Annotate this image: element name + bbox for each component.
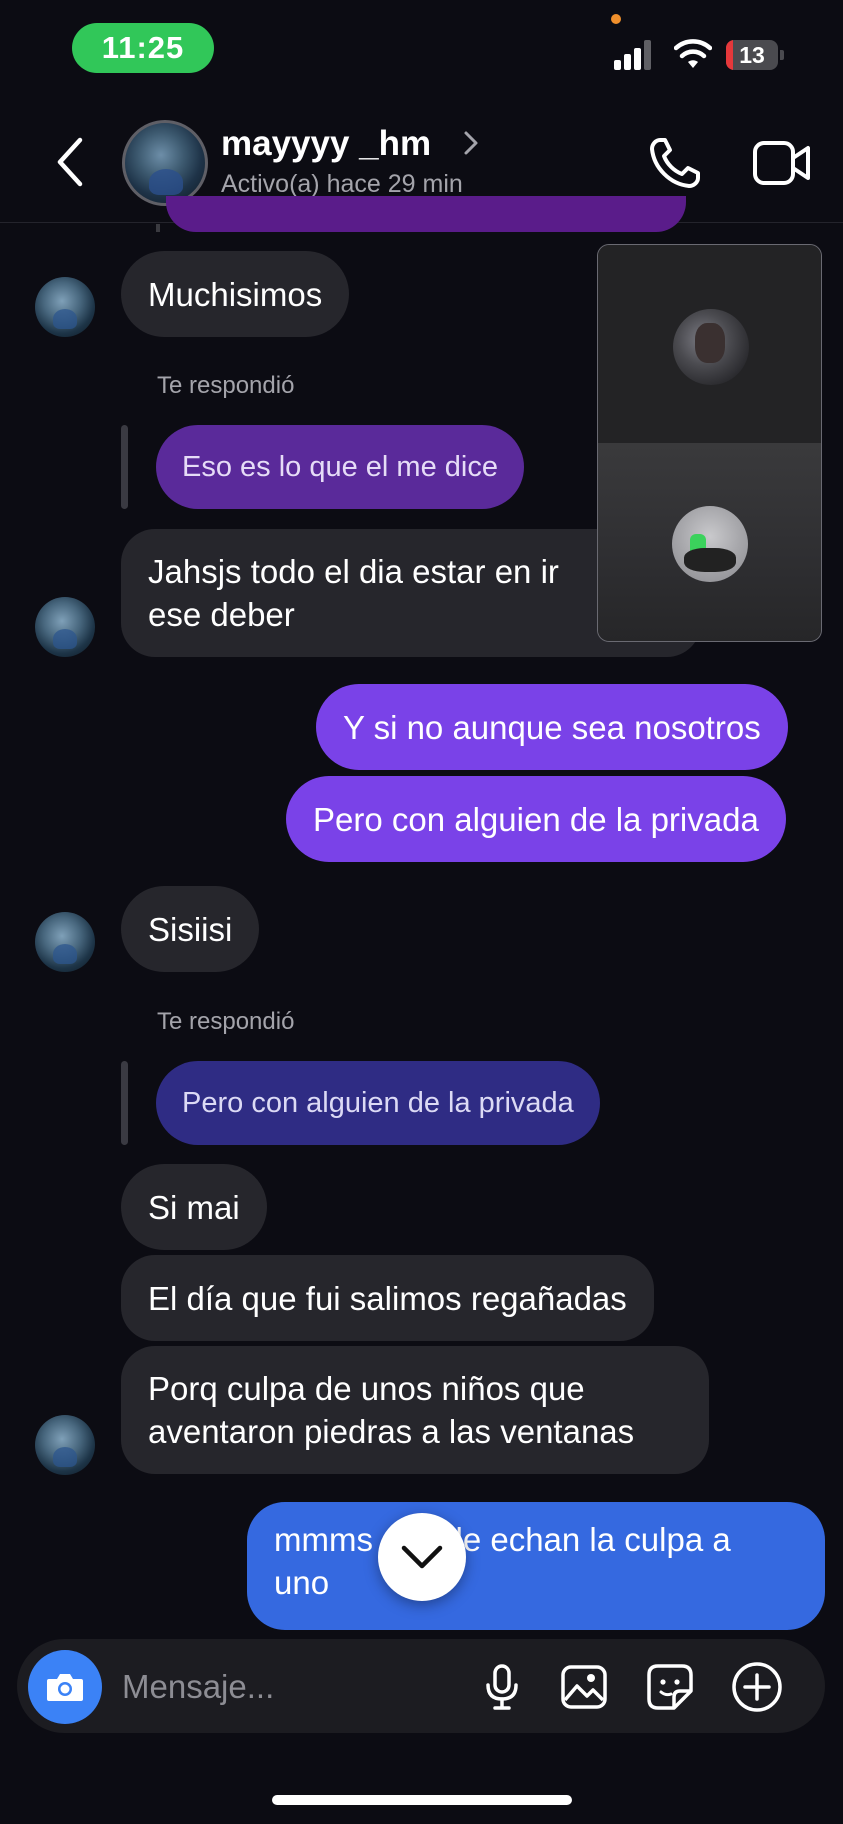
reply-bar: [156, 224, 160, 232]
phone-icon[interactable]: [646, 134, 704, 192]
chevron-right-icon[interactable]: [460, 128, 482, 158]
reply-label: Te respondió: [157, 372, 295, 399]
video-call-pip[interactable]: [597, 244, 822, 642]
message-line: mmms o le echan la culpa a: [274, 1521, 731, 1558]
camera-button[interactable]: [28, 1650, 102, 1724]
message-line: aventaron piedras a las ventanas: [148, 1413, 635, 1450]
avatar[interactable]: [35, 1415, 95, 1475]
avatar[interactable]: [122, 120, 208, 206]
wifi-icon: [674, 39, 712, 68]
battery-level: 13: [739, 42, 765, 68]
microphone-button[interactable]: [475, 1660, 529, 1714]
avatar[interactable]: [35, 597, 95, 657]
pip-participant-tile: [598, 443, 821, 641]
privacy-indicator-dot: [611, 14, 621, 24]
microphone-icon: [486, 1664, 518, 1710]
reply-label: Te respondió: [157, 1008, 295, 1035]
incoming-message[interactable]: Sisiisi: [121, 886, 260, 972]
home-indicator[interactable]: [272, 1795, 572, 1805]
gallery-button[interactable]: [557, 1660, 611, 1714]
gallery-icon: [561, 1665, 607, 1709]
scroll-to-bottom-button[interactable]: [378, 1513, 466, 1601]
quoted-reply-message[interactable]: Eso es lo que el me dice: [156, 425, 524, 509]
reply-bar: [121, 425, 128, 509]
message-line: ese deber: [148, 596, 295, 633]
message-input[interactable]: [122, 1662, 452, 1712]
incoming-message[interactable]: Si mai: [121, 1164, 267, 1250]
message-line: Porq culpa de unos niños que: [148, 1370, 585, 1407]
camera-icon: [47, 1674, 83, 1701]
participant-avatar: [673, 309, 749, 385]
status-time: 11:25: [72, 23, 214, 73]
sticker-icon: [647, 1664, 693, 1710]
chevron-left-icon[interactable]: [50, 134, 90, 190]
video-camera-icon[interactable]: [752, 138, 812, 188]
battery-icon: 13: [726, 40, 784, 70]
more-options-button[interactable]: [730, 1660, 784, 1714]
reply-bar: [121, 1061, 128, 1145]
sticker-button[interactable]: [643, 1660, 697, 1714]
avatar[interactable]: [35, 912, 95, 972]
avatar[interactable]: [35, 277, 95, 337]
plus-circle-icon: [732, 1662, 782, 1712]
outgoing-message[interactable]: mmms o le echan la culpa a uno: [247, 1502, 825, 1630]
incoming-message[interactable]: Porq culpa de unos niños que aventaron p…: [121, 1346, 709, 1474]
outgoing-message[interactable]: Y si no aunque sea nosotros: [316, 684, 788, 770]
cellular-signal-icon: [614, 40, 658, 70]
clipped-message-bubble: [166, 196, 686, 232]
participant-avatar: [672, 506, 748, 582]
active-status: Activo(a) hace 29 min: [221, 170, 463, 198]
contact-username[interactable]: mayyyy _hm: [221, 124, 431, 164]
message-line: Jahsjs todo el dia estar en ir: [148, 553, 559, 590]
pip-participant-tile: [598, 245, 821, 443]
quoted-reply-message[interactable]: Pero con alguien de la privada: [156, 1061, 600, 1145]
outgoing-message[interactable]: Pero con alguien de la privada: [286, 776, 786, 862]
incoming-message[interactable]: Muchisimos: [121, 251, 350, 337]
message-line: uno: [274, 1564, 330, 1601]
chevron-down-icon: [401, 1545, 443, 1569]
incoming-message[interactable]: El día que fui salimos regañadas: [121, 1255, 654, 1341]
